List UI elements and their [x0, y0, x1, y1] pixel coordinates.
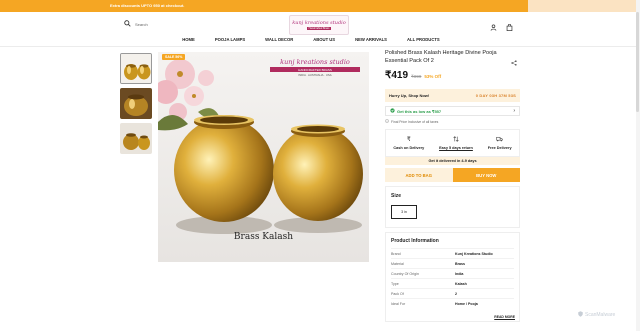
- nav-pooja-lamps[interactable]: POOJA LAMPS: [215, 34, 245, 45]
- main-product-image[interactable]: SALE 56% kunj kreations studio HANDCRAFT…: [158, 52, 369, 262]
- announcement-text: Extra discounts UPTO 950 at checkout.: [0, 0, 528, 12]
- thumbnail-3[interactable]: [120, 123, 152, 154]
- offer-tag-icon: [390, 108, 395, 114]
- site-logo[interactable]: kunj kreations studio Handcrafted Brass: [289, 15, 349, 35]
- brand-overlay-countries: INDIA · AUSTRALIA · USA: [298, 73, 332, 77]
- info-value: India: [455, 271, 464, 276]
- scrollbar-thumb[interactable]: [636, 12, 639, 112]
- info-row: Ideal For Home / Pooja: [391, 298, 514, 308]
- taxes-note: Final Price Inclusive of all taxes: [385, 119, 520, 124]
- product-information: Product Information Brand Kunj Kreations …: [385, 232, 520, 322]
- chevron-right-icon[interactable]: ›: [513, 108, 515, 114]
- watermark: ScanMalware: [578, 311, 615, 319]
- product-title: Polished Brass Kalash Heritage Divine Po…: [385, 50, 497, 64]
- logo-tagline: Handcrafted Brass: [306, 27, 332, 30]
- share-icon[interactable]: [511, 53, 517, 71]
- watermark-text: ScanMalware: [585, 312, 616, 318]
- search-placeholder[interactable]: Search: [135, 22, 148, 27]
- info-key: Type: [391, 281, 399, 286]
- buy-now-button[interactable]: BUY NOW: [452, 168, 520, 182]
- discount-label: 53% Off: [424, 74, 442, 79]
- countdown-timer: 0 DAY 03H 37M 53S: [475, 93, 516, 98]
- thumbnail-2[interactable]: [120, 88, 152, 119]
- info-row: Material Brass: [391, 258, 514, 268]
- size-selector: Size 3 in: [385, 186, 520, 228]
- offer-row[interactable]: Get this as low as ₹557 ›: [385, 106, 520, 116]
- logo-text: kunj kreations studio: [292, 20, 346, 26]
- info-key: Pack Of: [391, 291, 404, 296]
- hurry-label: Hurry Up, Shop Now!: [389, 93, 430, 98]
- perk-returns-label[interactable]: Easy 5 days return: [439, 146, 473, 150]
- info-key: Ideal For: [391, 301, 406, 306]
- thumbnail-1[interactable]: [120, 53, 152, 84]
- cta-row: ADD TO BAG BUY NOW: [385, 168, 520, 182]
- perk-free-delivery: Free Delivery: [488, 136, 512, 150]
- info-value: Home / Pooja: [455, 301, 478, 306]
- delivery-truck-icon: [496, 136, 503, 143]
- info-row: Brand Kunj Kreations Studio: [391, 248, 514, 258]
- price-row: ₹419 ₹899 53% Off: [385, 70, 520, 81]
- info-row: Country Of Origin India: [391, 268, 514, 278]
- announcement-bar-tail: [528, 0, 640, 12]
- nav-about-us[interactable]: ABOUT US: [313, 34, 335, 45]
- hurry-banner: Hurry Up, Shop Now! 0 DAY 03H 37M 53S: [385, 89, 520, 102]
- add-to-bag-button[interactable]: ADD TO BAG: [385, 168, 453, 182]
- info-value: Kunj Kreations Studio: [455, 251, 493, 256]
- info-key: Country Of Origin: [391, 271, 419, 276]
- sale-badge: SALE 56%: [162, 54, 186, 60]
- info-row: Pack Of 2: [391, 288, 514, 298]
- info-icon: [385, 119, 389, 124]
- image-caption: Brass Kalash: [233, 232, 294, 242]
- nav-home[interactable]: HOME: [182, 34, 195, 45]
- main-nav: HOME POOJA LAMPS WALL DECOR ABOUT US NEW…: [0, 34, 640, 45]
- return-arrows-icon: [453, 136, 459, 143]
- rupee-icon: ₹: [406, 137, 411, 143]
- nav-new-arrivals[interactable]: NEW ARRIVALS: [355, 34, 387, 45]
- info-row: Type Kalash: [391, 278, 514, 288]
- delivery-estimate: Get it delivered in 4-9 days: [385, 157, 520, 165]
- read-more-link[interactable]: READ MORE: [494, 315, 515, 319]
- brand-overlay: kunj kreations studio HANDCRAFTED BRASS …: [270, 58, 360, 77]
- info-key: Material: [391, 261, 404, 266]
- search-icon[interactable]: [124, 20, 131, 28]
- brand-overlay-text: kunj kreations studio: [280, 58, 350, 66]
- product-details: Polished Brass Kalash Heritage Divine Po…: [385, 50, 520, 322]
- perk-returns[interactable]: Easy 5 days return: [439, 136, 473, 150]
- brand-overlay-tag: HANDCRAFTED BRASS: [270, 67, 360, 72]
- perks-strip: ₹ Cash on Delivery Easy 5 days return Fr…: [385, 129, 520, 157]
- thumbnail-list: [120, 53, 153, 158]
- perk-cod: ₹ Cash on Delivery: [393, 136, 424, 150]
- perk-cod-label: Cash on Delivery: [393, 146, 425, 150]
- watermark-shield-icon: [578, 311, 583, 319]
- info-value: Brass: [455, 261, 465, 266]
- size-title: Size: [391, 193, 402, 199]
- nav-all-products[interactable]: ALL PRODUCTS: [407, 34, 440, 45]
- search-box[interactable]: Search: [124, 20, 148, 28]
- taxes-text: Final Price Inclusive of all taxes: [391, 119, 439, 124]
- size-option-selected[interactable]: 3 in: [391, 205, 417, 219]
- offer-text: Get this as low as ₹557: [397, 108, 442, 114]
- perk-delivery-label: Free Delivery: [487, 146, 512, 150]
- sale-price: ₹419: [385, 70, 409, 81]
- nav-divider: [0, 46, 640, 47]
- announcement-bar: Extra discounts UPTO 950 at checkout.: [0, 0, 640, 12]
- mrp-price: ₹899: [411, 74, 422, 79]
- info-title: Product Information: [391, 238, 439, 244]
- info-key: Brand: [391, 251, 401, 256]
- offer-content: Get this as low as ₹557: [390, 108, 441, 114]
- info-value: 2: [455, 291, 457, 296]
- info-value: Kalash: [455, 281, 467, 286]
- nav-wall-decor[interactable]: WALL DECOR: [265, 34, 293, 45]
